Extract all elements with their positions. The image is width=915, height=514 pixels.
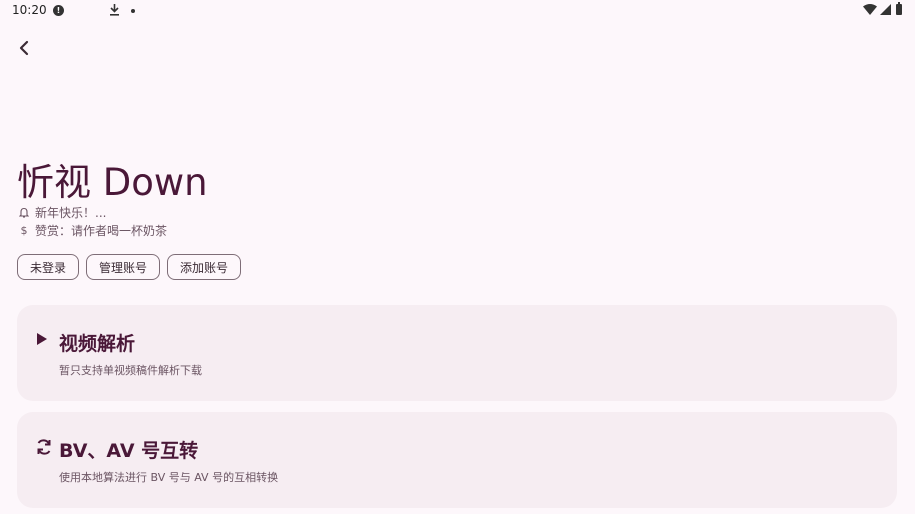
donate-row[interactable]: $ 赞赏：请作者喝一杯奶茶 <box>17 222 168 239</box>
dollar-icon: $ <box>20 224 28 237</box>
download-icon <box>109 3 120 19</box>
video-parse-card[interactable]: 视频解析 暂只支持单视频稿件解析下载 <box>17 305 897 401</box>
back-button[interactable] <box>12 36 36 60</box>
arrow-back-icon <box>19 40 29 56</box>
notice-text: 新年快乐！... <box>35 206 107 220</box>
card-description: 暂只支持单视频稿件解析下载 <box>59 364 202 377</box>
bv-av-convert-card[interactable]: BV、AV 号互转 使用本地算法进行 BV 号与 AV 号的互相转换 <box>17 412 897 508</box>
status-time: 10:20 <box>12 3 47 17</box>
account-chip-row: 未登录 管理账号 添加账号 <box>17 254 242 280</box>
signal-icon <box>880 4 891 18</box>
card-title: 视频解析 <box>59 333 136 355</box>
card-title: BV、AV 号互转 <box>59 440 199 462</box>
wifi-icon <box>863 4 877 18</box>
notification-dot-icon <box>131 9 135 13</box>
app-title: 忻视 Down <box>17 161 208 204</box>
notice-row[interactable]: 新年快乐！... <box>17 204 106 221</box>
alert-icon: ! <box>53 5 64 16</box>
donate-text: 赞赏：请作者喝一杯奶茶 <box>35 224 168 238</box>
status-bar: 10:20 ! <box>0 0 915 22</box>
add-account-chip[interactable]: 添加账号 <box>167 254 242 280</box>
sync-icon <box>35 438 53 460</box>
manage-accounts-chip[interactable]: 管理账号 <box>86 254 161 280</box>
card-description: 使用本地算法进行 BV 号与 AV 号的互相转换 <box>59 471 279 484</box>
battery-icon <box>896 2 902 15</box>
bell-icon <box>17 207 31 218</box>
not-logged-in-chip[interactable]: 未登录 <box>17 254 80 280</box>
play-icon <box>35 331 49 351</box>
